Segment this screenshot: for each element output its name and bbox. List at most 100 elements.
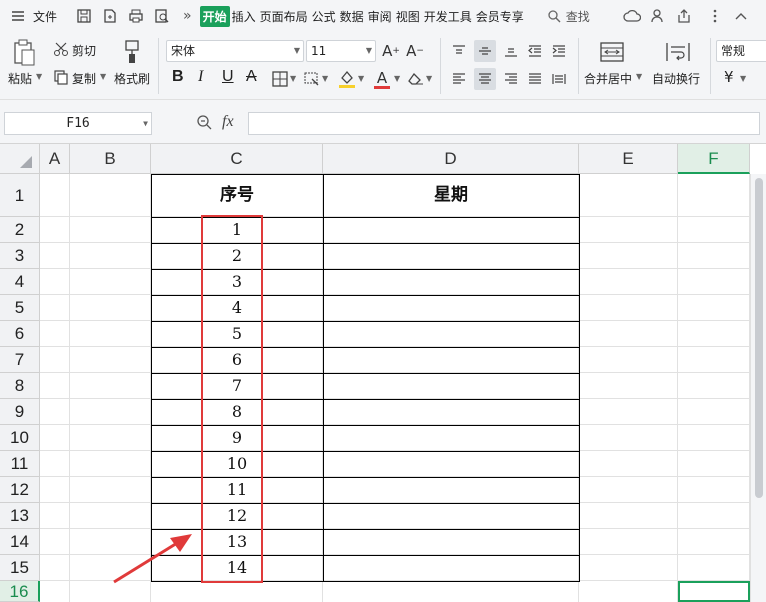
increase-font-icon[interactable]: A + <box>380 40 402 62</box>
format-painter-icon[interactable] <box>120 38 144 66</box>
row-header-8[interactable]: 8 <box>0 373 40 399</box>
row-header-1[interactable]: 1 <box>0 174 40 217</box>
cut-icon[interactable] <box>52 40 70 58</box>
border-dropdown-icon[interactable]: ▼ <box>290 74 296 83</box>
row-header-11[interactable]: 11 <box>0 451 40 477</box>
more-tools-icon[interactable]: » <box>181 8 194 24</box>
row-header-9[interactable]: 9 <box>0 399 40 425</box>
vertical-scrollbar[interactable] <box>750 174 766 602</box>
align-bottom-icon[interactable] <box>500 40 522 62</box>
decrease-font-icon[interactable]: A − <box>404 40 426 62</box>
align-middle-icon[interactable] <box>474 40 496 62</box>
number-format-select[interactable]: 常规 <box>716 40 766 62</box>
cell-style-dropdown-icon[interactable]: ▼ <box>322 74 328 83</box>
italic-button[interactable]: I <box>198 68 203 86</box>
row-header-15[interactable]: 15 <box>0 555 40 581</box>
clear-format-dropdown-icon[interactable]: ▼ <box>426 74 432 83</box>
print-preview-icon[interactable] <box>152 6 172 26</box>
more-options-icon[interactable] <box>705 6 725 26</box>
collaborate-icon[interactable] <box>648 6 668 26</box>
row-header-10[interactable]: 10 <box>0 425 40 451</box>
border-icon[interactable] <box>270 70 290 88</box>
tab-developer[interactable]: 开发工具 <box>422 8 474 25</box>
row-header-6[interactable]: 6 <box>0 321 40 347</box>
formula-input[interactable] <box>248 112 760 135</box>
fill-color-icon[interactable] <box>336 68 358 90</box>
tab-data[interactable]: 数据 <box>338 8 366 25</box>
underline-button[interactable]: U <box>222 68 234 86</box>
cell-style-icon[interactable] <box>302 70 322 88</box>
hamburger-menu-icon[interactable] <box>8 6 28 26</box>
tab-member[interactable]: 会员专享 <box>474 8 526 25</box>
paste-button[interactable]: 粘贴 <box>8 70 32 87</box>
currency-dropdown-icon[interactable]: ▼ <box>740 74 746 83</box>
row-header-16[interactable]: 16 <box>0 581 40 602</box>
save-icon[interactable] <box>74 6 94 26</box>
align-center-icon[interactable] <box>474 68 496 90</box>
select-all-corner[interactable] <box>0 144 40 174</box>
justify-icon[interactable] <box>524 68 546 90</box>
column-header-a[interactable]: A <box>40 144 70 174</box>
strikethrough-button[interactable]: A <box>246 68 257 86</box>
align-right-icon[interactable] <box>500 68 522 90</box>
tab-page-layout[interactable]: 页面布局 <box>258 8 310 25</box>
align-left-icon[interactable] <box>448 68 470 90</box>
column-header-f[interactable]: F <box>678 144 750 174</box>
row-header-3[interactable]: 3 <box>0 243 40 269</box>
active-cell[interactable] <box>678 581 750 602</box>
wrap-text-icon[interactable] <box>664 38 692 66</box>
font-color-icon[interactable]: A <box>372 68 392 90</box>
paste-dropdown-icon[interactable]: ▼ <box>36 72 42 81</box>
row-header-7[interactable]: 7 <box>0 347 40 373</box>
column-header-d[interactable]: D <box>323 144 579 174</box>
cloud-sync-icon[interactable] <box>622 6 642 26</box>
fill-color-dropdown-icon[interactable]: ▼ <box>358 74 364 83</box>
clear-format-icon[interactable] <box>406 70 426 88</box>
row-header-14[interactable]: 14 <box>0 529 40 555</box>
format-painter-button[interactable]: 格式刷 <box>114 70 150 87</box>
search-icon[interactable] <box>544 6 564 26</box>
tab-review[interactable]: 审阅 <box>366 8 394 25</box>
insert-function-icon[interactable]: fx <box>222 113 234 131</box>
merge-dropdown-icon[interactable]: ▼ <box>636 72 642 81</box>
copy-dropdown-icon[interactable]: ▼ <box>100 72 106 81</box>
tab-insert[interactable]: 插入 <box>230 8 258 25</box>
column-header-e[interactable]: E <box>579 144 678 174</box>
name-box[interactable]: F16 ▼ <box>4 112 152 135</box>
share-icon[interactable] <box>674 6 694 26</box>
tab-formulas[interactable]: 公式 <box>310 8 338 25</box>
bold-button[interactable]: B <box>172 68 184 86</box>
merge-center-icon[interactable] <box>598 38 626 66</box>
font-name-select[interactable]: 宋体 ▼ <box>166 40 304 62</box>
paste-icon[interactable] <box>10 38 38 68</box>
decrease-indent-icon[interactable] <box>524 40 546 62</box>
increase-indent-icon[interactable] <box>548 40 570 62</box>
zoom-function-icon[interactable] <box>196 114 214 132</box>
align-top-icon[interactable] <box>448 40 470 62</box>
file-menu[interactable]: 文件 <box>31 8 59 25</box>
wrap-text-button[interactable]: 自动换行 <box>652 70 700 87</box>
row-header-2[interactable]: 2 <box>0 217 40 243</box>
distributed-align-icon[interactable] <box>548 68 570 90</box>
export-pdf-icon[interactable] <box>100 6 120 26</box>
tab-view[interactable]: 视图 <box>394 8 422 25</box>
collapse-ribbon-icon[interactable] <box>731 6 751 26</box>
search-label[interactable]: 查找 <box>564 8 592 25</box>
currency-format-button[interactable]: ¥ <box>724 68 734 86</box>
scrollbar-thumb[interactable] <box>755 178 763 498</box>
header-cell-serial[interactable]: 序号 <box>151 174 323 217</box>
row-header-5[interactable]: 5 <box>0 295 40 321</box>
merge-center-button[interactable]: 合并居中 <box>584 70 632 87</box>
row-header-13[interactable]: 13 <box>0 503 40 529</box>
row-header-12[interactable]: 12 <box>0 477 40 503</box>
font-size-select[interactable]: 11 ▼ <box>306 40 376 62</box>
column-header-b[interactable]: B <box>70 144 151 174</box>
copy-button[interactable]: 复制 <box>72 70 96 87</box>
tab-home[interactable]: 开始 <box>199 5 230 27</box>
print-icon[interactable] <box>126 6 146 26</box>
cut-button[interactable]: 剪切 <box>72 42 96 59</box>
header-cell-weekday[interactable]: 星期 <box>323 174 579 217</box>
row-header-4[interactable]: 4 <box>0 269 40 295</box>
copy-icon[interactable] <box>52 68 70 86</box>
font-color-dropdown-icon[interactable]: ▼ <box>394 74 400 83</box>
